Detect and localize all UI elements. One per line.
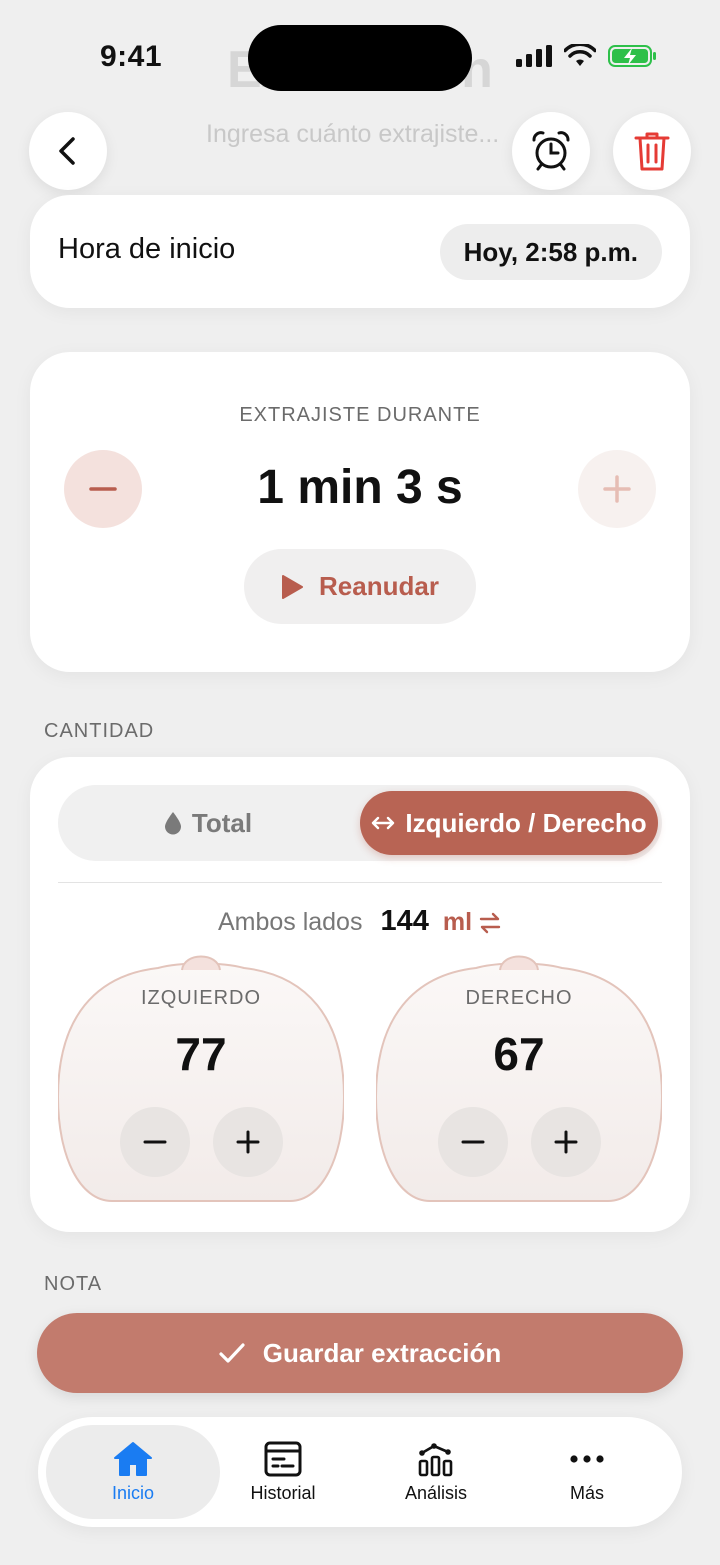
mode-split-tab[interactable]: Izquierdo / Derecho [360,791,658,855]
back-button[interactable] [29,112,107,190]
trash-icon [634,132,670,171]
tab-inicio[interactable]: Inicio [46,1425,220,1519]
alarm-button[interactable] [512,112,590,190]
tab-mas-label: Más [569,1482,604,1503]
divider [58,882,662,883]
checkmark-icon [219,1343,245,1363]
alarm-clock-icon [532,131,570,171]
resume-button[interactable]: Reanudar [244,549,476,624]
right-decrease-button[interactable] [438,1107,508,1177]
mode-total-tab[interactable]: Total [58,785,358,861]
note-section-label: NOTA [44,1273,103,1295]
more-icon [570,1454,604,1463]
left-side-panel: IZQUIERDO 77 [58,949,344,1202]
play-icon [282,574,304,599]
left-decrease-button[interactable] [120,1107,190,1177]
left-side-label: IZQUIERDO [140,987,262,1009]
chevron-left-icon [59,137,75,165]
tab-historial[interactable]: Historial [210,1425,356,1519]
minus-icon [461,1140,485,1144]
wifi-icon [564,44,596,66]
tab-mas[interactable]: Más [514,1425,660,1519]
save-label: Guardar extracción [262,1337,502,1368]
both-sides-row: Ambos lados 144 ml [30,905,690,938]
swap-arrows-icon [479,912,501,933]
start-time-picker[interactable]: Hoy, 2:58 p.m. [439,224,662,280]
both-sides-label: Ambos lados [217,908,363,936]
right-side-panel: DERECHO 67 [376,949,662,1202]
battery-charging-icon [608,45,656,67]
mode-segmented-control: Total Izquierdo / Derecho [58,785,662,861]
tab-bar: Inicio Historial Análisis Más [38,1417,682,1527]
resume-label: Reanudar [319,571,439,601]
delete-button[interactable] [613,112,691,190]
right-side-label: DERECHO [465,987,573,1009]
tab-analisis[interactable]: Análisis [363,1425,509,1519]
start-time-label: Hora de inicio [58,233,236,265]
plus-icon [236,1130,260,1154]
dynamic-island [248,25,472,91]
cellular-signal-icon [516,45,552,67]
mode-split-label: Izquierdo / Derecho [405,807,647,838]
right-side-value: 67 [493,1028,545,1080]
mode-total-label: Total [191,807,253,838]
duration-label: EXTRAJISTE DURANTE [239,404,481,426]
right-increase-button[interactable] [531,1107,601,1177]
duration-card: EXTRAJISTE DURANTE 1 min 3 s Reanudar [30,352,690,672]
analytics-icon [418,1442,453,1476]
quantity-card: Total Izquierdo / Derecho Ambos lados 14… [30,757,690,1232]
unit-toggle[interactable]: ml [443,908,502,937]
page-subtitle: Ingresa cuánto extrajiste... [206,120,500,148]
tab-historial-label: Historial [250,1482,316,1503]
plus-icon [603,475,631,503]
drop-icon [164,812,181,835]
tab-analisis-label: Análisis [404,1482,468,1503]
status-icons [516,44,658,68]
left-increase-button[interactable] [213,1107,283,1177]
minus-icon [143,1140,167,1144]
plus-icon [554,1130,578,1154]
home-icon [114,1441,152,1476]
both-sides-value: 144 [380,905,429,937]
duration-increase-button[interactable] [578,450,656,528]
save-button[interactable]: Guardar extracción [37,1313,683,1393]
left-side-value: 77 [175,1028,227,1080]
quantity-section-label: CANTIDAD [44,720,155,742]
unit-label: ml [442,908,473,936]
start-time-card: Hora de inicio Hoy, 2:58 p.m. [30,195,690,308]
status-time: 9:41 [100,40,163,73]
left-right-arrow-icon [372,816,395,830]
history-icon [264,1441,302,1476]
tab-inicio-label: Inicio [111,1482,155,1503]
